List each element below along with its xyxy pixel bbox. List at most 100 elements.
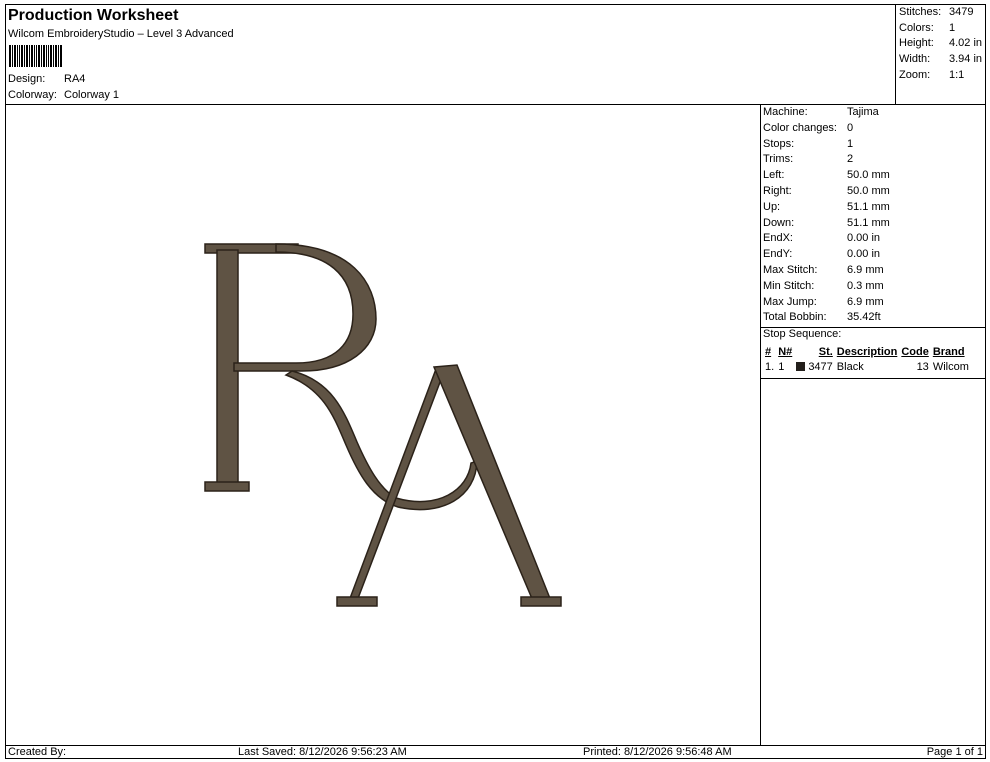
details-list: Machine: Tajima Color changes: 0 Stops: 1 T…: [760, 105, 986, 327]
stat-height: Height: 4.02 in: [899, 37, 986, 53]
r-bowl: [233, 243, 377, 372]
software-name: Wilcom EmbroideryStudio – Level 3 Advanc…: [8, 28, 234, 40]
design-label: Design:: [8, 73, 46, 85]
detail-value: 6.9 mm: [847, 295, 884, 308]
row-code: 13: [916, 360, 929, 373]
col-brand: Brand: [932, 345, 965, 358]
detail-label: Max Jump:: [763, 295, 817, 308]
detail-value: 35.42ft: [847, 311, 881, 324]
stat-value: 1: [949, 21, 956, 34]
col-needle: N#: [778, 345, 793, 358]
design-row: Design: RA4: [8, 73, 85, 85]
row-brand: Wilcom: [932, 360, 969, 373]
stat-value: 3.94 in: [949, 53, 983, 66]
stitch-count: 3477: [808, 360, 833, 373]
detail-label: EndX:: [763, 232, 793, 245]
page-number: Page 1 of 1: [926, 746, 983, 758]
detail-value: Tajima: [847, 106, 879, 118]
detail-value: 0.00 in: [847, 248, 881, 261]
detail-endy: EndY: 0.00 in: [760, 248, 986, 264]
stop-sequence-table: # N# St. Description Code Brand 1. 1 347…: [763, 344, 971, 374]
row-needle: 1: [776, 359, 794, 374]
detail-down: Down: 51.1 mm: [760, 217, 986, 233]
detail-value: 0.3 mm: [847, 279, 884, 292]
detail-stops: Stops: 1: [760, 138, 986, 154]
detail-value: 2: [847, 153, 854, 166]
worksheet-page: Production Worksheet Wilcom EmbroiderySt…: [5, 4, 986, 759]
detail-label: Color changes:: [763, 121, 837, 134]
stat-value: 4.02 in: [949, 37, 983, 50]
stat-width: Width: 3.94 in: [899, 53, 986, 69]
detail-label: Machine:: [763, 106, 808, 118]
col-index: #: [765, 345, 772, 358]
detail-value: 51.1 mm: [847, 200, 890, 213]
detail-up: Up: 51.1 mm: [760, 201, 986, 217]
detail-label: Up:: [763, 200, 781, 213]
a-left-serif: [336, 596, 378, 607]
worksheet-title: Production Worksheet: [8, 7, 179, 24]
needle-number: 1: [778, 360, 785, 373]
stat-label: Height:: [899, 37, 934, 50]
monogram-artwork: [204, 243, 562, 607]
detail-label: Right:: [763, 184, 792, 197]
row-index: 1.: [765, 360, 775, 373]
detail-value: 51.1 mm: [847, 216, 890, 229]
detail-label: Min Stitch:: [763, 279, 815, 292]
detail-trims: Trims: 2: [760, 153, 986, 169]
detail-machine: Machine: Tajima: [760, 106, 986, 122]
stat-stitches: Stitches: 3479: [899, 6, 986, 22]
detail-label: Down:: [763, 216, 795, 229]
col-code: Code: [901, 345, 929, 358]
detail-label: Left:: [763, 169, 785, 182]
thread-color-swatch: [796, 362, 806, 372]
detail-label: Trims:: [763, 153, 794, 166]
created-by: Created By:: [8, 746, 67, 758]
detail-color-changes: Color changes: 0: [760, 122, 986, 138]
detail-value: 50.0 mm: [847, 184, 890, 197]
row-stitches: 3477: [794, 359, 835, 374]
stat-label: Zoom:: [899, 68, 931, 81]
stat-label: Stitches:: [899, 6, 942, 18]
detail-right: Right: 50.0 mm: [760, 185, 986, 201]
summary-stats: Stitches: 3479 Colors: 1 Height: 4.02 in Wi…: [895, 5, 986, 105]
a-left-stroke: [347, 368, 447, 602]
detail-endx: EndX: 0.00 in: [760, 232, 986, 248]
worksheet-header: Production Worksheet Wilcom EmbroiderySt…: [6, 5, 896, 105]
design-preview: [6, 105, 761, 745]
divider: [760, 378, 986, 380]
detail-label: Stops:: [763, 137, 795, 150]
table-row: 1. 1 3477 Black 13 Wilcom: [763, 359, 971, 374]
detail-value: 0: [847, 121, 854, 134]
colorway-label: Colorway:: [8, 89, 57, 101]
colorway-row: Colorway: Colorway 1: [8, 89, 119, 101]
detail-total-bobbin: Total Bobbin: 35.42ft: [760, 311, 986, 327]
row-description: Black: [836, 360, 864, 373]
colorway-value: Colorway 1: [64, 89, 120, 101]
detail-value: 0.00 in: [847, 232, 881, 245]
stat-zoom: Zoom: 1:1: [899, 69, 986, 85]
table-header: # N# St. Description Code Brand: [763, 344, 971, 359]
detail-value: 6.9 mm: [847, 263, 884, 276]
a-right-stroke: [432, 364, 553, 602]
detail-left: Left: 50.0 mm: [760, 169, 986, 185]
col-stitches: St.: [818, 345, 833, 358]
detail-value: 1: [847, 137, 854, 150]
detail-value: 50.0 mm: [847, 169, 890, 182]
details-panel: Machine: Tajima Color changes: 0 Stops: 1 T…: [760, 105, 986, 745]
stat-label: Colors:: [899, 21, 934, 34]
barcode-icon: [9, 45, 62, 67]
detail-label: Total Bobbin:: [763, 311, 827, 324]
design-value: RA4: [64, 73, 86, 85]
detail-max-jump: Max Jump: 6.9 mm: [760, 296, 986, 312]
col-description: Description: [836, 345, 898, 358]
r-bottom-serif: [204, 481, 250, 492]
detail-min-stitch: Min Stitch: 0.3 mm: [760, 280, 986, 296]
printed-date: Printed: 8/12/2026 9:56:48 AM: [583, 746, 732, 758]
stat-colors: Colors: 1: [899, 22, 986, 38]
stat-label: Width:: [899, 53, 931, 66]
stop-sequence-title: Stop Sequence:: [763, 328, 842, 341]
worksheet-footer: Created By: Last Saved: 8/12/2026 9:56:2…: [6, 745, 986, 760]
stat-value: 1:1: [949, 68, 965, 81]
last-saved: Last Saved: 8/12/2026 9:56:23 AM: [238, 746, 407, 758]
detail-label: EndY:: [763, 248, 793, 261]
